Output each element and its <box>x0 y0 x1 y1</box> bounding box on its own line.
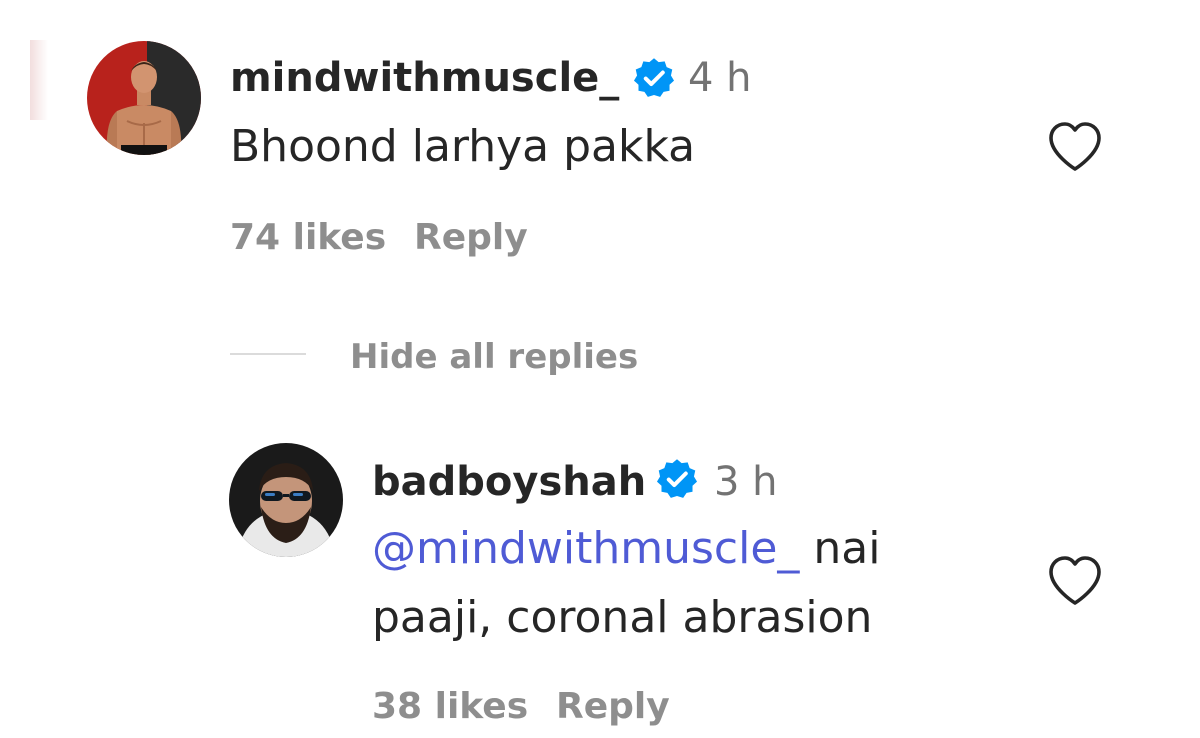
comment-likes-count[interactable]: 74 likes <box>230 220 386 256</box>
reply-text-line-2: paaji, coronal abrasion <box>372 592 873 643</box>
reply-likes-count[interactable]: 38 likes <box>372 689 528 725</box>
verified-badge-icon <box>632 56 676 100</box>
reply-username[interactable]: badboyshah <box>372 462 646 502</box>
hide-replies-button[interactable]: Hide all replies <box>350 340 638 374</box>
reply-comment: badboyshah 3 h @mindwithmuscle_ nai paaj… <box>0 430 1200 738</box>
comment-reply-button[interactable]: Reply <box>414 220 528 256</box>
comment-username[interactable]: mindwithmuscle_ <box>230 58 619 98</box>
replies-divider <box>230 353 306 355</box>
reply-reply-button[interactable]: Reply <box>556 689 670 725</box>
comment-text: Bhoond larhya pakka <box>230 121 696 172</box>
user-mention-link[interactable]: @mindwithmuscle_ <box>372 523 799 574</box>
verified-badge-icon <box>655 457 699 501</box>
heart-outline-icon[interactable] <box>1046 120 1104 174</box>
heart-outline-icon[interactable] <box>1046 554 1104 608</box>
comment: mindwithmuscle_ 4 h Bhoond larhya pakka … <box>0 0 1200 300</box>
comment-timestamp[interactable]: 4 h <box>688 58 752 98</box>
sunglasses-man-avatar[interactable] <box>229 443 343 557</box>
shirtless-man-avatar[interactable] <box>87 41 201 155</box>
reply-text-continuation: nai <box>799 523 881 574</box>
reply-text-line-1: @mindwithmuscle_ nai <box>372 514 880 584</box>
reply-timestamp[interactable]: 3 h <box>714 462 778 502</box>
